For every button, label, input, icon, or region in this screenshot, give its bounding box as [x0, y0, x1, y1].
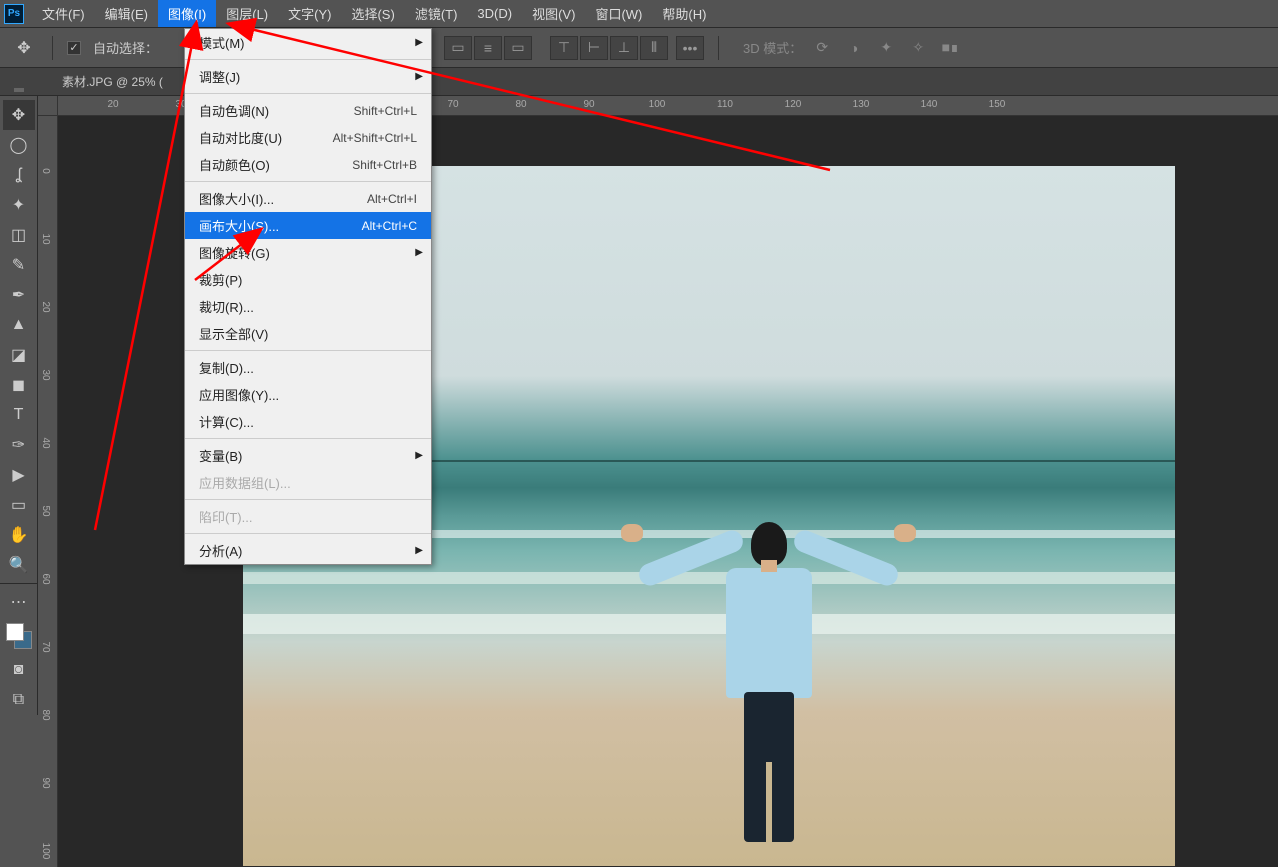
menu-layer[interactable]: 图层(L)	[216, 0, 278, 27]
move-tool[interactable]: ✥	[3, 100, 35, 130]
menu-item-analysis[interactable]: 分析(A)▶	[185, 537, 431, 564]
align-top-icon[interactable]: ⊤	[550, 36, 578, 60]
menu-item-variables[interactable]: 变量(B)▶	[185, 442, 431, 469]
menu-edit[interactable]: 编辑(E)	[95, 0, 158, 27]
edit-toolbar-icon[interactable]: ⋯	[3, 587, 35, 617]
magic-wand-tool[interactable]: ✦	[3, 190, 35, 220]
photoshop-icon: Ps	[4, 4, 24, 24]
menu-item-image-rotation[interactable]: 图像旋转(G)▶	[185, 239, 431, 266]
clone-stamp-tool[interactable]: ▲	[3, 310, 35, 340]
zoom-tool[interactable]: 🔍	[3, 550, 35, 580]
3d-roll-icon[interactable]: ◑	[842, 36, 866, 60]
menu-image[interactable]: 图像(I)	[158, 0, 216, 27]
ruler-origin[interactable]	[38, 96, 58, 116]
menu-item-trim[interactable]: 裁切(R)...	[185, 293, 431, 320]
more-options-icon[interactable]: •••	[676, 36, 704, 60]
menu-view[interactable]: 视图(V)	[522, 0, 585, 27]
menubar: Ps 文件(F) 编辑(E) 图像(I) 图层(L) 文字(Y) 选择(S) 滤…	[0, 0, 1278, 28]
3d-camera-icon[interactable]: ■∎	[938, 36, 962, 60]
3d-slide-icon[interactable]: ✧	[906, 36, 930, 60]
align-middle-icon[interactable]: ⊢	[580, 36, 608, 60]
menu-item-crop[interactable]: 裁剪(P)	[185, 266, 431, 293]
eraser-tool[interactable]: ◪	[3, 340, 35, 370]
menu-item-mode[interactable]: 模式(M)▶	[185, 29, 431, 56]
align-bottom-icon[interactable]: ⊥	[610, 36, 638, 60]
3d-mode-label: 3D 模式：	[743, 38, 802, 57]
ruler-vertical[interactable]: 0102030405060708090100	[38, 116, 58, 867]
eyedropper-tool[interactable]: ✎	[3, 250, 35, 280]
align-left-icon[interactable]: ▭	[444, 36, 472, 60]
marquee-tool[interactable]: ◯	[3, 130, 35, 160]
menu-item-apply-data-set: 应用数据组(L)...	[185, 469, 431, 496]
align-center-h-icon[interactable]: ≡	[474, 36, 502, 60]
menu-item-reveal-all[interactable]: 显示全部(V)	[185, 320, 431, 347]
auto-select-label: 自动选择：	[93, 38, 158, 57]
foreground-color[interactable]	[6, 623, 24, 641]
color-swatch[interactable]	[6, 623, 32, 649]
document-tab[interactable]: 素材.JPG @ 25% (	[50, 69, 175, 94]
menu-filter[interactable]: 滤镜(T)	[405, 0, 468, 27]
menu-item-canvas-size[interactable]: 画布大小(S)...Alt+Ctrl+C	[185, 212, 431, 239]
move-tool-icon[interactable]: ✥	[10, 34, 38, 62]
crop-tool[interactable]: ◫	[3, 220, 35, 250]
menu-type[interactable]: 文字(Y)	[278, 0, 341, 27]
toolbox: ✥ ◯ ʆ ✦ ◫ ✎ ✒ ▲ ◪ ◼ T ✑ ▶ ▭ ✋ 🔍 ⋯ ◙ ⧉	[0, 96, 38, 715]
distribute-icon[interactable]: ⫴	[640, 36, 668, 60]
menu-item-calculations[interactable]: 计算(C)...	[185, 408, 431, 435]
3d-orbit-icon[interactable]: ⟳	[810, 36, 834, 60]
hand-tool[interactable]: ✋	[3, 520, 35, 550]
rectangle-tool[interactable]: ▭	[3, 490, 35, 520]
menu-window[interactable]: 窗口(W)	[585, 0, 652, 27]
type-tool[interactable]: T	[3, 400, 35, 430]
menu-file[interactable]: 文件(F)	[32, 0, 95, 27]
menu-select[interactable]: 选择(S)	[341, 0, 404, 27]
menu-item-trap: 陷印(T)...	[185, 503, 431, 530]
menu-item-duplicate[interactable]: 复制(D)...	[185, 354, 431, 381]
screen-mode-icon[interactable]: ⧉	[3, 685, 35, 715]
menu-item-adjustments[interactable]: 调整(J)▶	[185, 63, 431, 90]
menu-3d[interactable]: 3D(D)	[467, 2, 522, 25]
lasso-tool[interactable]: ʆ	[3, 160, 35, 190]
align-right-icon[interactable]: ▭	[504, 36, 532, 60]
menu-item-image-size[interactable]: 图像大小(I)...Alt+Ctrl+I	[185, 185, 431, 212]
auto-select-checkbox[interactable]: ✓	[67, 41, 81, 55]
brush-tool[interactable]: ✒	[3, 280, 35, 310]
image-subject-person	[616, 502, 916, 852]
quick-mask-icon[interactable]: ◙	[3, 655, 35, 685]
menu-help[interactable]: 帮助(H)	[652, 0, 716, 27]
align-group: ▭ ≡ ▭	[444, 36, 532, 60]
path-selection-tool[interactable]: ▶	[3, 460, 35, 490]
menu-item-auto-contrast[interactable]: 自动对比度(U)Alt+Shift+Ctrl+L	[185, 124, 431, 151]
image-menu-dropdown: 模式(M)▶ 调整(J)▶ 自动色调(N)Shift+Ctrl+L 自动对比度(…	[184, 28, 432, 565]
gradient-tool[interactable]: ◼	[3, 370, 35, 400]
menu-item-auto-tone[interactable]: 自动色调(N)Shift+Ctrl+L	[185, 97, 431, 124]
menu-item-auto-color[interactable]: 自动颜色(O)Shift+Ctrl+B	[185, 151, 431, 178]
3d-pan-icon[interactable]: ✦	[874, 36, 898, 60]
menu-item-apply-image[interactable]: 应用图像(Y)...	[185, 381, 431, 408]
pen-tool[interactable]: ✑	[3, 430, 35, 460]
